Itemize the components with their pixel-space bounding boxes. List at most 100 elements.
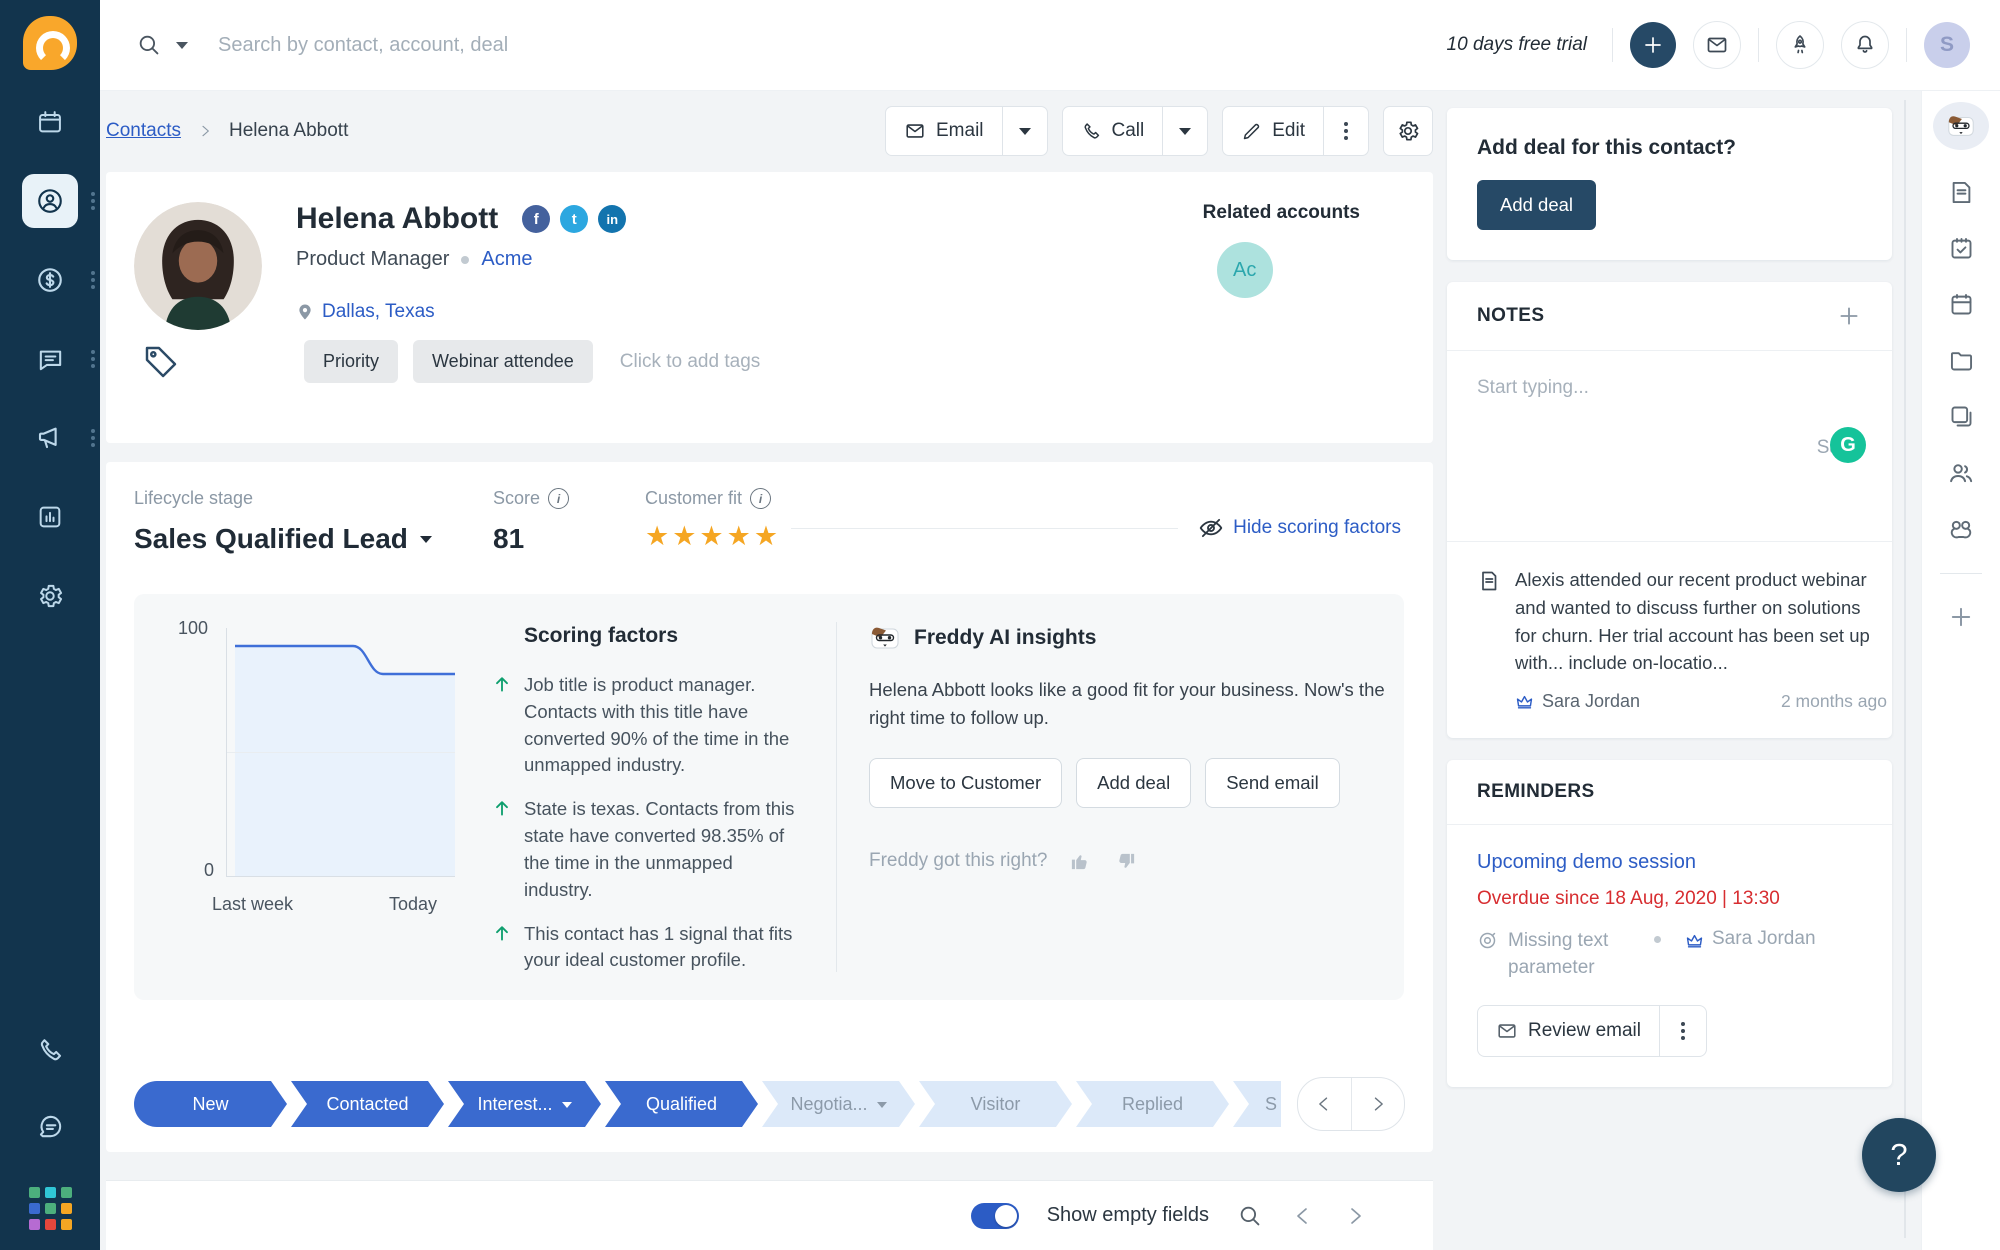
breadcrumb-contacts-link[interactable]: Contacts xyxy=(106,120,181,142)
linkedin-icon[interactable]: in xyxy=(598,205,627,233)
reminder-owner-name: Sara Jordan xyxy=(1712,928,1816,949)
tag-chip[interactable]: Priority xyxy=(304,340,399,383)
email-inbox-button[interactable] xyxy=(1693,21,1741,69)
search-scope-caret-icon[interactable] xyxy=(176,42,188,55)
send-email-button[interactable]: Send email xyxy=(1205,757,1340,808)
sidebar-item-calendar[interactable] xyxy=(22,95,78,149)
more-actions-button[interactable] xyxy=(1323,106,1369,156)
review-email-button[interactable]: Review email xyxy=(1477,1005,1659,1058)
pipeline-stage-new[interactable]: New xyxy=(134,1081,287,1127)
tag-chip[interactable]: Webinar attendee xyxy=(413,340,593,383)
whats-new-button[interactable] xyxy=(1776,21,1824,69)
pipeline-stage-replied[interactable]: Replied xyxy=(1076,1081,1229,1127)
topbar-divider xyxy=(1758,28,1759,62)
eye-slash-icon xyxy=(1199,518,1223,538)
files-widget-icon[interactable] xyxy=(1948,347,1975,374)
note-list-item[interactable]: Alexis attended our recent product webin… xyxy=(1447,542,1892,738)
search-fields-icon[interactable] xyxy=(1237,1203,1263,1229)
owner-crown-icon xyxy=(1516,695,1533,709)
notes-card: NOTES Start typing... G Save Alexis atte… xyxy=(1447,282,1892,738)
add-note-button[interactable] xyxy=(1836,303,1862,329)
contact-company-link[interactable]: Acme xyxy=(481,248,532,271)
related-contacts-widget-icon[interactable] xyxy=(1947,459,1975,487)
call-button[interactable]: Call xyxy=(1061,106,1163,156)
add-tags-placeholder[interactable]: Click to add tags xyxy=(620,351,760,373)
related-account-avatar[interactable]: Ac xyxy=(1216,242,1273,298)
top-bar: 10 days free trial S xyxy=(100,0,2000,91)
info-icon[interactable]: i xyxy=(750,488,772,509)
freddy-add-deal-button[interactable]: Add deal xyxy=(1076,757,1192,808)
email-dropdown-button[interactable] xyxy=(1001,106,1048,156)
note-input-area[interactable]: Start typing... G Save xyxy=(1447,351,1892,542)
quick-add-button[interactable] xyxy=(1630,22,1676,68)
global-search-input[interactable] xyxy=(216,32,740,58)
note-save-button[interactable]: Save xyxy=(1477,399,1862,459)
freddy-insight-message: Helena Abbott looks like a good fit for … xyxy=(869,679,1385,728)
contact-location-link[interactable]: Dallas, Texas xyxy=(322,301,435,323)
thumbs-up-icon[interactable] xyxy=(1069,850,1092,873)
stage-caret-icon xyxy=(562,1102,572,1113)
campaigns-menu-dots[interactable] xyxy=(91,436,95,440)
apps-grid-icon[interactable] xyxy=(28,1187,72,1230)
appointments-widget-icon[interactable] xyxy=(1948,291,1975,318)
contacts-menu-dots[interactable] xyxy=(91,199,95,203)
user-avatar[interactable]: S xyxy=(1924,22,1970,68)
contact-job-title: Product Manager xyxy=(296,248,450,270)
panel-scrollbar[interactable] xyxy=(1904,100,1906,1238)
chevron-down-icon xyxy=(1018,128,1031,141)
pipeline-stage-overflow[interactable]: S xyxy=(1233,1081,1281,1127)
show-empty-fields-toggle[interactable] xyxy=(970,1202,1019,1229)
hide-scoring-factors-link[interactable]: Hide scoring factors xyxy=(1198,515,1401,541)
info-icon[interactable]: i xyxy=(548,488,570,509)
sidebar-item-campaigns[interactable] xyxy=(22,411,95,465)
reminder-more-button[interactable] xyxy=(1658,1005,1707,1058)
thumbs-down-icon[interactable] xyxy=(1114,850,1137,873)
notes-widget-icon[interactable] xyxy=(1948,179,1975,206)
facebook-icon[interactable]: f xyxy=(522,205,551,233)
connectors-widget-icon[interactable] xyxy=(1947,516,1975,544)
conversations-icon xyxy=(39,350,61,370)
lifecycle-stage-value[interactable]: Sales Qualified Lead xyxy=(134,523,493,555)
arrow-up-icon xyxy=(496,801,508,816)
call-dropdown-button[interactable] xyxy=(1162,106,1209,156)
deals-menu-dots[interactable] xyxy=(91,278,95,282)
twitter-icon[interactable]: t xyxy=(560,205,589,233)
pipeline-stage-interested[interactable]: Interest... xyxy=(448,1081,601,1127)
pipeline-scroll-left-button[interactable] xyxy=(1298,1078,1352,1130)
next-record-icon[interactable] xyxy=(1343,1204,1367,1228)
pipeline-stage-contacted[interactable]: Contacted xyxy=(291,1081,444,1127)
gear-icon xyxy=(1399,121,1419,141)
strip-divider xyxy=(1940,573,1982,574)
prev-record-icon[interactable] xyxy=(1291,1204,1315,1228)
pipeline-stage-qualified[interactable]: Qualified xyxy=(605,1081,758,1127)
sidebar-item-conversations[interactable] xyxy=(22,332,95,386)
duplicates-widget-icon[interactable] xyxy=(1948,403,1975,430)
pipeline-stage-visitor[interactable]: Visitor xyxy=(919,1081,1072,1127)
email-button[interactable]: Email xyxy=(885,106,1002,156)
scoring-factors-panel: 100 0 Last week Today Scoring factors Jo… xyxy=(134,594,1404,1000)
sidebar-item-deals[interactable] xyxy=(22,253,95,307)
reminder-title-link[interactable]: Upcoming demo session xyxy=(1477,851,1862,874)
freshworks-logo[interactable] xyxy=(23,16,77,70)
scoring-factor-item: State is texas. Contacts from this state… xyxy=(492,796,814,903)
add-deal-button[interactable]: Add deal xyxy=(1477,180,1597,230)
conversations-menu-dots[interactable] xyxy=(91,357,95,361)
freddy-widget-button[interactable] xyxy=(1933,102,1989,150)
page-settings-button[interactable] xyxy=(1383,106,1433,156)
add-widget-button[interactable] xyxy=(1947,603,1975,631)
bell-icon xyxy=(1857,35,1873,53)
sidebar-item-phone[interactable] xyxy=(22,1023,78,1077)
sidebar-item-freshchat[interactable] xyxy=(22,1099,78,1153)
sidebar-item-analytics[interactable] xyxy=(22,490,78,544)
pipeline-stage-negotiation[interactable]: Negotia... xyxy=(762,1081,915,1127)
topbar-divider xyxy=(1906,28,1907,62)
notifications-button[interactable] xyxy=(1841,21,1889,69)
tasks-widget-icon[interactable] xyxy=(1948,235,1975,262)
edit-button[interactable]: Edit xyxy=(1222,106,1323,156)
sidebar-item-settings[interactable] xyxy=(22,569,78,623)
search-icon[interactable] xyxy=(136,32,162,58)
sidebar-item-contacts[interactable] xyxy=(22,174,95,228)
pipeline-scroll-right-button[interactable] xyxy=(1352,1078,1405,1130)
move-to-customer-button[interactable]: Move to Customer xyxy=(869,757,1063,808)
help-button[interactable]: ? xyxy=(1862,1118,1936,1192)
